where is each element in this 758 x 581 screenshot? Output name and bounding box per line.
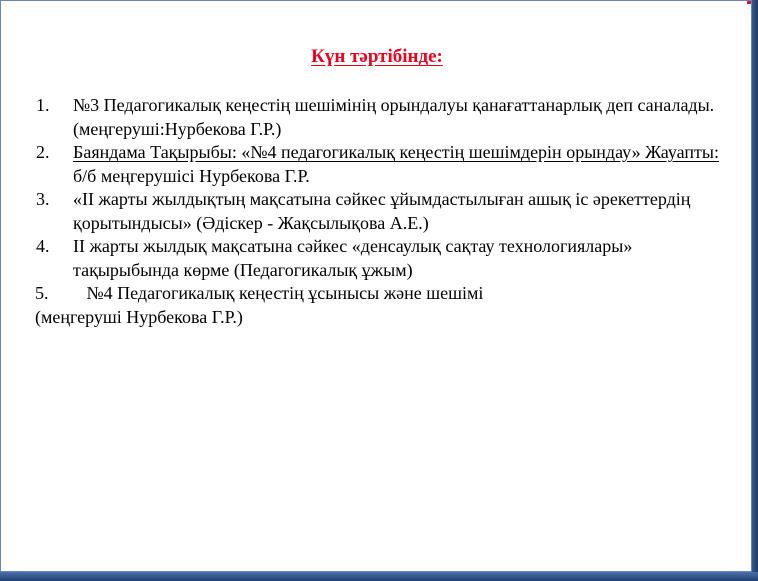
slide-shadow-bottom	[0, 572, 758, 581]
agenda-item-2: 2. Баяндама Тақырыбы: «№4 педагогикалық …	[1, 141, 753, 188]
agenda-item-4: 4. ІІ жарты жылдық мақсатына сәйкес «ден…	[1, 235, 753, 282]
agenda-item-text: ІІ жарты жылдық мақсатына сәйкес «денсау…	[73, 236, 633, 280]
slide-title-text: Күн тәртібінде:	[311, 46, 443, 67]
agenda-item-number: 4.	[36, 236, 50, 256]
agenda-item-5: 5. №4 Педагогикалық кеңестің ұсынысы және…	[1, 282, 753, 329]
slide: Күн тәртібінде: 1. №3 Педагогикалық кеңе…	[0, 0, 752, 572]
agenda-item-number: 5.	[35, 283, 49, 303]
agenda-item-1: 1. №3 Педагогикалық кеңестің шешімінің о…	[1, 94, 753, 141]
slide-title: Күн тәртібінде:	[1, 46, 753, 68]
agenda-item-5-line1: 5. №4 Педагогикалық кеңестің ұсынысы және…	[1, 282, 753, 306]
agenda-list: 1. №3 Педагогикалық кеңестің шешімінің о…	[1, 94, 753, 329]
agenda-item-5-line2: (меңгеруші Нурбекова Г.Р.)	[35, 306, 243, 327]
agenda-item-number: 2.	[36, 142, 50, 162]
slide-canvas: Күн тәртібінде: 1. №3 Педагогикалық кеңе…	[0, 0, 758, 581]
agenda-item-number: 1.	[36, 95, 50, 115]
agenda-item-text: «ІІ жарты жылдықтың мақсатына сәйкес ұйы…	[73, 189, 691, 233]
agenda-item-text: №3 Педагогикалық кеңестің шешімінің орын…	[73, 95, 715, 139]
slide-shadow-right	[752, 0, 758, 581]
agenda-item-text: б/б меңгерушісі Нурбекова Г.Р.	[73, 165, 310, 186]
agenda-item-3: 3. «ІІ жарты жылдықтың мақсатына сәйкес …	[1, 188, 753, 235]
agenda-item-text: №4 Педагогикалық кеңестің ұсынысы және ш…	[86, 283, 484, 303]
corner-marker	[747, 1, 751, 4]
agenda-item-text-underlined: Баяндама Тақырыбы: «№4 педагогикалық кең…	[73, 142, 719, 162]
agenda-item-number: 3.	[36, 189, 50, 209]
